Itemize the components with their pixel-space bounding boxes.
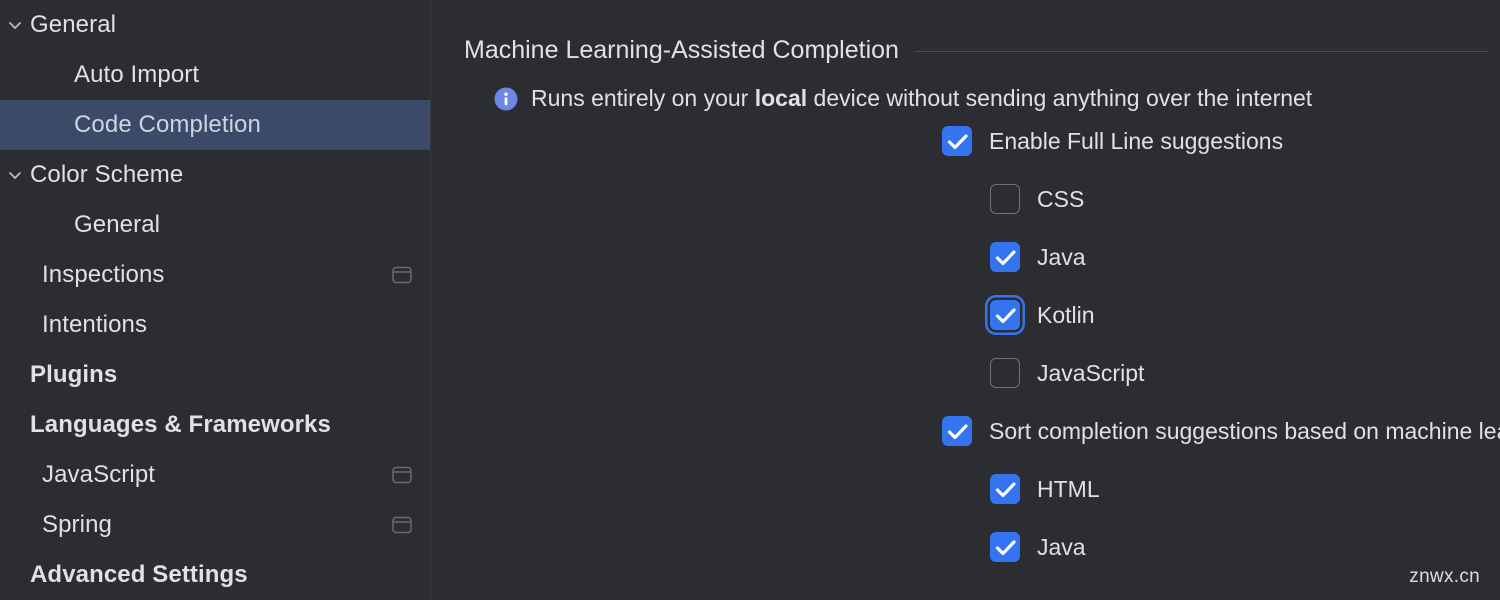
checkbox-label: CSS <box>1037 185 1085 212</box>
checkbox-label: Java <box>1037 533 1086 560</box>
checkbox-java[interactable] <box>990 532 1020 562</box>
settings-sidebar: General Auto Import Code Completion Color S… <box>0 0 431 600</box>
sidebar-item-inspections[interactable]: Inspections <box>0 250 430 300</box>
settings-dialog: General Auto Import Code Completion Color S… <box>0 0 1500 600</box>
checkbox-java[interactable] <box>990 242 1020 272</box>
checkbox-label: Kotlin <box>1037 301 1095 328</box>
checkbox-css[interactable] <box>990 184 1020 214</box>
option-row[interactable]: JavaScript <box>431 344 1500 402</box>
sidebar-item-intentions[interactable]: Intentions <box>0 300 430 350</box>
sidebar-item-spring[interactable]: Spring <box>0 500 430 550</box>
sidebar-item-languages-frameworks[interactable]: Languages & Frameworks <box>0 400 430 450</box>
option-row[interactable]: HTML <box>431 460 1500 518</box>
sidebar-item-label: JavaScript <box>42 461 156 488</box>
sidebar-item-label: General <box>30 11 117 38</box>
sidebar-item-auto-import[interactable]: Auto Import <box>0 50 430 100</box>
sidebar-item-label: Languages & Frameworks <box>30 411 331 438</box>
sidebar-item-code-completion[interactable]: Code Completion <box>0 100 430 150</box>
page-title: Machine Learning-Assisted Completion <box>464 35 899 64</box>
option-row[interactable]: Java <box>431 518 1500 576</box>
section-header: Machine Learning-Assisted Completion <box>431 32 1500 68</box>
section-divider <box>914 51 1488 52</box>
option-row[interactable]: Java <box>431 228 1500 286</box>
sidebar-item-general[interactable]: General <box>0 200 430 250</box>
watermark: znwx.cn <box>1409 566 1480 587</box>
option-row[interactable]: Sort completion suggestions based on mac… <box>431 402 1500 460</box>
chevron-down-icon[interactable] <box>0 15 30 35</box>
checkbox-sort-completion-suggestions-based-on-machine-learning[interactable] <box>942 416 972 446</box>
checkbox-label: Sort completion suggestions based on mac… <box>989 417 1500 444</box>
sidebar-item-color-scheme[interactable]: Color Scheme <box>0 150 430 200</box>
checkbox-kotlin[interactable] <box>990 300 1020 330</box>
checkbox-label: Java <box>1037 243 1086 270</box>
option-row[interactable]: Enable Full Line suggestions <box>431 112 1500 170</box>
sidebar-item-label: Auto Import <box>74 61 200 88</box>
module-scope-icon <box>392 466 412 484</box>
settings-main-panel: Machine Learning-Assisted Completion Run… <box>431 0 1500 600</box>
sidebar-item-label: Plugins <box>30 361 118 388</box>
info-icon <box>493 86 519 112</box>
notice-text-after: device without sending anything over the… <box>807 85 1313 111</box>
checkbox-enable-full-line-suggestions[interactable] <box>942 126 972 156</box>
sidebar-item-label: Inspections <box>42 261 165 288</box>
option-row[interactable]: CSS <box>431 170 1500 228</box>
sidebar-item-general[interactable]: General <box>0 0 430 50</box>
notice-text: Runs entirely on your local device witho… <box>531 85 1312 112</box>
chevron-down-icon[interactable] <box>0 165 30 185</box>
module-scope-icon <box>392 266 412 284</box>
checkbox-html[interactable] <box>990 474 1020 504</box>
notice-text-before: Runs entirely on your <box>531 85 755 111</box>
sidebar-item-label: General <box>74 211 161 238</box>
options-list: Enable Full Line suggestions CSS Java Kotli… <box>431 112 1500 576</box>
notice-text-bold: local <box>754 85 808 111</box>
checkbox-javascript[interactable] <box>990 358 1020 388</box>
module-scope-icon <box>392 516 412 534</box>
sidebar-item-label: Code Completion <box>74 111 261 138</box>
sidebar-item-label: Spring <box>42 511 112 538</box>
checkbox-label: HTML <box>1037 475 1100 502</box>
sidebar-item-label: Color Scheme <box>30 161 184 188</box>
sidebar-item-javascript[interactable]: JavaScript <box>0 450 430 500</box>
checkbox-label: Enable Full Line suggestions <box>989 127 1284 154</box>
option-row[interactable]: Kotlin <box>431 286 1500 344</box>
sidebar-item-label: Advanced Settings <box>30 561 248 588</box>
sidebar-item-plugins[interactable]: Plugins <box>0 350 430 400</box>
sidebar-item-label: Intentions <box>42 311 148 338</box>
local-device-notice: Runs entirely on your local device witho… <box>431 85 1500 112</box>
sidebar-item-advanced-settings[interactable]: Advanced Settings <box>0 550 430 600</box>
checkbox-label: JavaScript <box>1037 359 1145 386</box>
